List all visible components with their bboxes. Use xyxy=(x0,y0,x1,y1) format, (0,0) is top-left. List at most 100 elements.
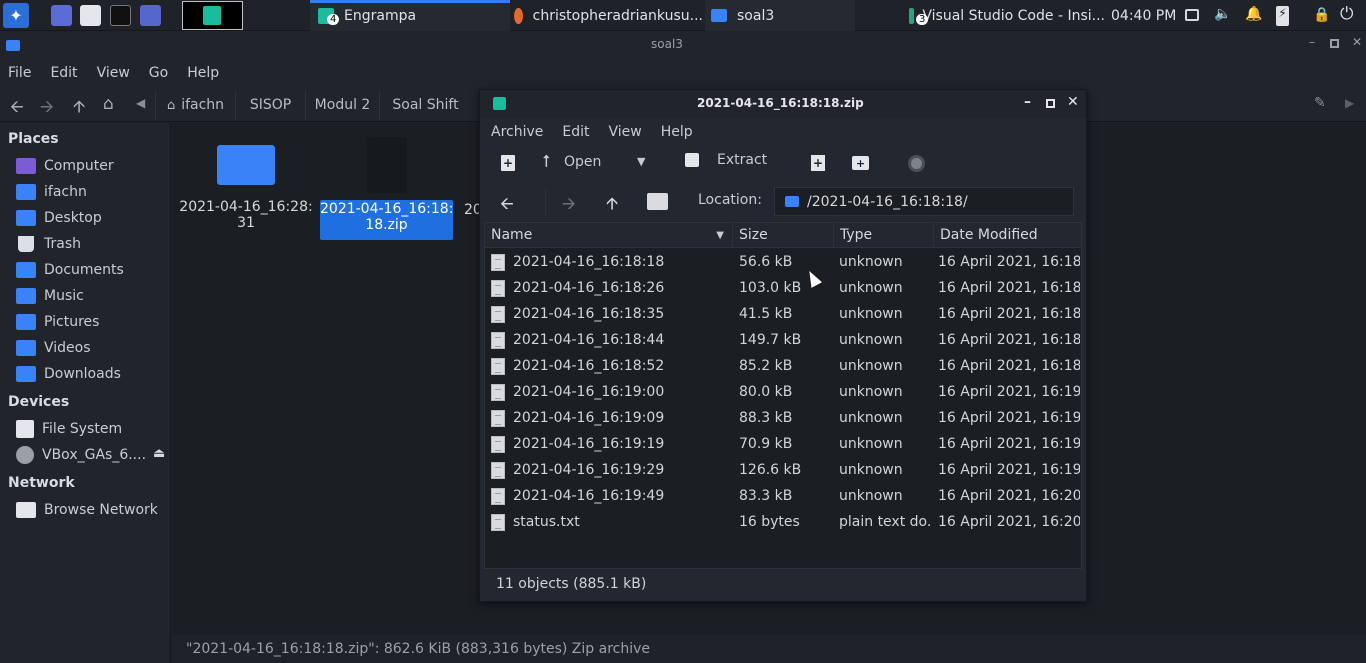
file-manager-titlebar[interactable]: soal3 – ✕ xyxy=(0,31,1366,58)
lock-icon[interactable]: 🔒 xyxy=(1313,7,1330,23)
clock[interactable]: 04:40 PM xyxy=(1111,0,1181,31)
menu-help[interactable]: Help xyxy=(187,65,219,81)
sidebar-item-downloads[interactable]: Downloads xyxy=(16,362,166,386)
cell-name: 2021-04-16_16:19:19 xyxy=(513,436,665,452)
table-row[interactable]: 2021-04-16_16:18:35 41.5 kB unknown 16 Apri… xyxy=(485,301,1081,327)
task-label: Engrampa xyxy=(344,7,417,24)
zip-archive-icon xyxy=(366,137,407,193)
column-date-modified[interactable]: Date Modified xyxy=(934,223,1081,248)
sidebar-item-file-system[interactable]: File System xyxy=(16,417,166,441)
table-row[interactable]: 2021-04-16_16:18:52 85.2 kB unknown 16 Apri… xyxy=(485,353,1081,379)
cell-type: unknown xyxy=(839,332,903,348)
breadcrumb-soal-shift[interactable]: Soal Shift xyxy=(379,91,471,119)
archive-file-list: Name ▼ Size Type Date Modified 2021-04-1… xyxy=(484,222,1082,569)
sidebar-item-pictures[interactable]: Pictures xyxy=(16,310,166,334)
task-engrampa[interactable]: 4 Engrampa xyxy=(310,0,510,31)
breadcrumb-right-icon[interactable]: ▶ xyxy=(1345,96,1354,110)
maximize-button[interactable] xyxy=(1330,39,1339,48)
trash-icon xyxy=(18,236,34,252)
maximize-button[interactable] xyxy=(1046,99,1055,108)
table-row[interactable]: status.txt 16 bytes plain text do... 16 Apr… xyxy=(485,509,1081,535)
nav-back-icon[interactable]: 🡨 xyxy=(500,191,514,220)
archive-titlebar[interactable]: 2021-04-16_16:18:18.zip – ✕ xyxy=(480,90,1086,118)
breadcrumb-ifachn[interactable]: ⌂ ifachn xyxy=(155,91,235,119)
table-row[interactable]: 2021-04-16_16:19:00 80.0 kB unknown 16 Apri… xyxy=(485,379,1081,405)
cell-type: unknown xyxy=(839,280,903,296)
power-icon[interactable]: ⏻ xyxy=(1340,4,1353,24)
menu-view[interactable]: View xyxy=(609,124,642,140)
task-soal3[interactable]: soal3 xyxy=(705,0,855,31)
minimize-button[interactable]: – xyxy=(1309,35,1315,49)
nav-separator xyxy=(545,189,546,215)
table-row[interactable]: 2021-04-16_16:19:29 126.6 kB unknown 16 Apr… xyxy=(485,457,1081,483)
start-menu-icon[interactable]: ✦ xyxy=(3,3,29,28)
file-item-zip[interactable]: 2021-04-16_16:18: 18.zip xyxy=(320,137,453,241)
sidebar-item-desktop[interactable]: Desktop xyxy=(16,206,166,230)
table-row[interactable]: 2021-04-16_16:18:26 103.0 kB unknown 16 Apr… xyxy=(485,275,1081,301)
nav-forward-icon[interactable]: 🡪 xyxy=(562,191,576,220)
back-arrow-icon[interactable]: 🡨 xyxy=(10,94,24,123)
workspace-switcher-icon[interactable] xyxy=(51,5,72,26)
sidebar-item-documents[interactable]: Documents xyxy=(16,258,166,282)
terminal-launcher-icon[interactable] xyxy=(110,5,131,26)
column-type[interactable]: Type xyxy=(834,223,934,248)
cell-type: unknown xyxy=(839,254,903,270)
open-dropdown-button[interactable]: ▼ xyxy=(637,155,645,168)
location-field[interactable]: /2021-04-16_16:18:18/ xyxy=(774,187,1074,216)
file-item-label: 18.zip xyxy=(365,217,408,233)
column-size[interactable]: Size xyxy=(733,223,834,248)
open-button[interactable]: ⭡ Open xyxy=(542,152,601,172)
column-name[interactable]: Name ▼ xyxy=(485,223,733,248)
cell-name: 2021-04-16_16:18:26 xyxy=(513,280,665,296)
table-row[interactable]: 2021-04-16_16:18:18 56.6 kB unknown 16 Apri… xyxy=(485,249,1081,275)
notification-bell-icon[interactable]: 🔔 xyxy=(1245,6,1262,22)
battery-charging-icon[interactable]: ⚡ xyxy=(1276,6,1289,26)
menu-archive[interactable]: Archive xyxy=(491,124,543,140)
up-arrow-icon[interactable]: 🡩 xyxy=(73,94,85,123)
file-item-label: 2021-04-16_16:28: xyxy=(179,199,313,215)
sidebar-item-trash[interactable]: Trash xyxy=(16,232,166,256)
menu-help[interactable]: Help xyxy=(661,124,693,140)
forward-arrow-icon[interactable]: 🡪 xyxy=(40,94,54,123)
sidebar-item-vbox[interactable]: VBox_GAs_6.... xyxy=(16,443,166,467)
sidebar-item-browse-network[interactable]: Browse Network xyxy=(16,498,166,522)
close-button[interactable]: ✕ xyxy=(1067,94,1079,110)
menu-file[interactable]: File xyxy=(8,65,31,81)
breadcrumb-sisop[interactable]: SISOP xyxy=(235,91,305,119)
table-row[interactable]: 2021-04-16_16:19:49 83.3 kB unknown 16 Apri… xyxy=(485,483,1081,509)
file-item-folder[interactable]: 2021-04-16_16:28: 31 xyxy=(178,141,314,241)
sidebar-item-videos[interactable]: Videos xyxy=(16,336,166,360)
extract-button[interactable]: Extract xyxy=(685,152,767,168)
volume-icon[interactable]: 🔈 xyxy=(1214,6,1231,22)
minimize-button[interactable]: – xyxy=(1024,94,1031,110)
screen-icon[interactable] xyxy=(1185,9,1199,21)
table-row[interactable]: 2021-04-16_16:19:09 88.3 kB unknown 16 Apri… xyxy=(485,405,1081,431)
task-browser[interactable]: christopheradriankusu... xyxy=(510,0,703,31)
home-folder-icon[interactable] xyxy=(647,193,668,210)
sidebar-item-ifachn[interactable]: ifachn xyxy=(16,180,166,204)
edit-location-icon[interactable]: ✎ xyxy=(1314,95,1326,111)
home-icon[interactable]: ⌂ xyxy=(103,94,114,114)
file-manager-launcher-icon[interactable] xyxy=(80,5,101,26)
menu-view[interactable]: View xyxy=(97,65,130,81)
close-button[interactable]: ✕ xyxy=(1352,35,1362,49)
add-files-button[interactable]: + xyxy=(811,155,825,171)
add-folder-button[interactable]: + xyxy=(852,156,869,170)
menu-go[interactable]: Go xyxy=(149,65,168,81)
task-vscode[interactable]: 3 Visual Studio Code - Insi... xyxy=(905,0,1105,31)
stop-button[interactable] xyxy=(908,155,925,172)
eject-icon[interactable]: ⏏ xyxy=(153,446,165,461)
table-row[interactable]: 2021-04-16_16:18:44 149.7 kB unknown 16 Apr… xyxy=(485,327,1081,353)
menu-edit[interactable]: Edit xyxy=(562,124,589,140)
file-manager-menubar: File Edit View Go Help xyxy=(0,58,1366,88)
active-window-thumbnail[interactable] xyxy=(182,1,243,30)
table-row[interactable]: 2021-04-16_16:19:19 70.9 kB unknown 16 Apri… xyxy=(485,431,1081,457)
nav-up-icon[interactable]: 🡩 xyxy=(606,191,618,220)
sidebar-item-computer[interactable]: Computer xyxy=(16,154,166,178)
breadcrumb-modul2[interactable]: Modul 2 xyxy=(305,91,379,119)
new-archive-button[interactable]: + xyxy=(501,155,515,171)
menu-edit[interactable]: Edit xyxy=(50,65,77,81)
sidebar-item-music[interactable]: Music xyxy=(16,284,166,308)
breadcrumb-left-icon[interactable]: ◀ xyxy=(136,96,145,110)
screen-recorder-icon[interactable] xyxy=(140,5,161,26)
